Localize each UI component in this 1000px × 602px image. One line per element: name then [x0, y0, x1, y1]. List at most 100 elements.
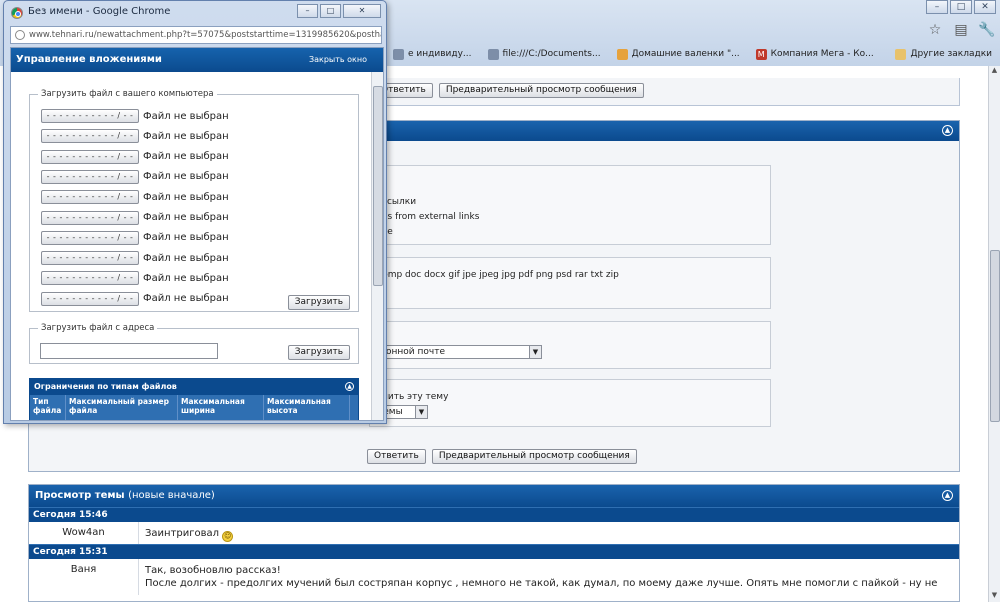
- bookmark-item[interactable]: M Компания Мега - Ко...: [748, 48, 882, 60]
- bookmark-item[interactable]: file:///C:/Documents...: [480, 48, 609, 60]
- close-button[interactable]: ✕: [974, 0, 996, 14]
- post-message: Так, возобновлю рассказ! После долгих - …: [139, 559, 959, 595]
- column-header: Тип файла: [30, 395, 66, 420]
- allowed-file-types: bmp doc docx gif jpe jpeg jpg pdf png ps…: [382, 270, 619, 280]
- popup-address-bar[interactable]: www.tehnari.ru/newattachment.php?t=57075…: [10, 26, 382, 44]
- post-line: Заинтриговал: [145, 528, 220, 539]
- attachments-fieldset: bmp doc docx gif jpe jpeg jpg pdf png ps…: [369, 257, 771, 309]
- links-option-2: es from external links: [382, 212, 480, 222]
- file-input-row[interactable]: - - - - - - - - - - - / - - Файл не выбра…: [41, 251, 229, 266]
- choose-file-button[interactable]: - - - - - - - - - - - / - -: [41, 149, 139, 164]
- popup-scrollbar-thumb[interactable]: [373, 86, 383, 286]
- popup-url: www.tehnari.ru/newattachment.php?t=57075…: [29, 30, 381, 40]
- collapse-icon[interactable]: ▲: [345, 382, 354, 391]
- bookmark-item[interactable]: Домашние валенки "...: [609, 48, 748, 60]
- collapse-icon[interactable]: ▲: [942, 125, 953, 136]
- no-file-label: Файл не выбран: [143, 110, 229, 122]
- preview-button[interactable]: Предварительный просмотр сообщения: [438, 83, 644, 98]
- file-input-row[interactable]: - - - - - - - - - - - / - - Файл не выбра…: [41, 129, 229, 144]
- attachments-popup-window: Без имени - Google Chrome – □ ✕ www.tehn…: [3, 0, 387, 424]
- file-type-limits-table: Ограничения по типам файлов ▲ Тип файла …: [29, 378, 359, 420]
- close-window-link[interactable]: Закрыть окно: [309, 55, 367, 64]
- bookmarks-bar: е индивиду... file:///C:/Documents... До…: [385, 44, 1000, 64]
- preview-title: Просмотр темы: [35, 490, 125, 501]
- popup-scrollbar[interactable]: [371, 72, 383, 420]
- choose-file-button[interactable]: - - - - - - - - - - - / - -: [41, 291, 139, 306]
- maximize-button[interactable]: □: [950, 0, 972, 14]
- collapse-icon[interactable]: ▲: [942, 490, 953, 501]
- page-icon: [487, 48, 499, 60]
- chevron-down-icon: ▼: [529, 346, 541, 358]
- post-line: После долгих - предолгих мучений был сос…: [145, 578, 938, 589]
- file-type-limits-title: Ограничения по типам файлов: [34, 382, 177, 391]
- upload-url-legend: Загрузить файл с адреса: [38, 323, 158, 333]
- reply-button[interactable]: Ответить: [367, 449, 426, 464]
- post-message: Заинтриговал ☺: [139, 522, 959, 544]
- upload-url-button[interactable]: Загрузить: [287, 345, 350, 360]
- post-row: Ваня Так, возобновлю рассказ! После долг…: [29, 559, 959, 595]
- page-scrollbar[interactable]: ▲ ▼: [988, 66, 1000, 602]
- file-input-row[interactable]: - - - - - - - - - - - / - - Файл не выбра…: [41, 230, 229, 245]
- post-date: Сегодня 15:31: [29, 544, 959, 559]
- bookmark-label: Домашние валенки "...: [631, 49, 740, 59]
- scrollbar-thumb[interactable]: [990, 250, 1000, 422]
- file-input-row[interactable]: - - - - - - - - - - - / - - Файл не выбра…: [41, 149, 229, 164]
- column-header: Максимальный размер файла: [66, 395, 178, 420]
- smiley-icon: ☺: [222, 531, 234, 542]
- choose-file-button[interactable]: - - - - - - - - - - - / - -: [41, 109, 139, 123]
- no-file-label: Файл не выбран: [143, 151, 229, 163]
- folder-icon: [895, 48, 907, 60]
- choose-file-button[interactable]: - - - - - - - - - - - / - -: [41, 190, 139, 205]
- popup-maximize-button[interactable]: □: [320, 4, 341, 18]
- popup-titlebar[interactable]: Без имени - Google Chrome – □ ✕: [4, 1, 386, 25]
- choose-file-button[interactable]: - - - - - - - - - - - / - -: [41, 271, 139, 286]
- preview-button[interactable]: Предварительный просмотр сообщения: [431, 449, 637, 464]
- thread-preview-panel: Просмотр темы (новые вначале) ▲ Сегодня …: [28, 484, 960, 602]
- popup-minimize-button[interactable]: –: [297, 4, 318, 18]
- file-input-row[interactable]: - - - - - - - - - - - / - - Файл не выбра…: [41, 291, 229, 306]
- choose-file-button[interactable]: - - - - - - - - - - - / - -: [41, 210, 139, 225]
- popup-close-button[interactable]: ✕: [343, 4, 381, 18]
- scroll-up-icon[interactable]: ▲: [989, 66, 1000, 77]
- preview-subtitle: (новые вначале): [128, 490, 215, 501]
- no-file-label: Файл не выбран: [143, 232, 229, 244]
- links-fieldset: ссылки es from external links те: [369, 165, 771, 245]
- file-input-row[interactable]: - - - - - - - - - - - / - - Файл не выбра…: [41, 210, 229, 225]
- choose-file-button[interactable]: - - - - - - - - - - - / - -: [41, 129, 139, 144]
- file-input-row[interactable]: - - - - - - - - - - - / - - Файл не выбра…: [41, 169, 229, 184]
- scroll-down-icon[interactable]: ▼: [989, 591, 1000, 602]
- preview-header: Просмотр темы (новые вначале) ▲: [29, 485, 959, 507]
- email-select-value: онной почте: [386, 347, 445, 357]
- bookmark-item[interactable]: е индивиду...: [385, 48, 480, 60]
- no-file-label: Файл не выбран: [143, 171, 229, 183]
- no-file-label: Файл не выбран: [143, 191, 229, 203]
- file-input-row[interactable]: - - - - - - - - - - - / - - Файл не выбра…: [41, 190, 229, 205]
- email-notify-select[interactable]: онной почте ▼: [382, 345, 542, 359]
- no-file-label: Файл не выбран: [143, 272, 229, 284]
- attachments-title: Управление вложениями: [16, 54, 162, 65]
- choose-file-button[interactable]: - - - - - - - - - - - / - -: [41, 230, 139, 245]
- other-bookmarks[interactable]: Другие закладки: [887, 48, 1000, 60]
- upload-from-computer-group: Загрузить файл с вашего компьютера - - -…: [29, 89, 359, 312]
- choose-file-button[interactable]: - - - - - - - - - - - / - -: [41, 251, 139, 266]
- file-input-row[interactable]: - - - - - - - - - - - / - - Файл не выбра…: [41, 109, 229, 123]
- choose-file-button[interactable]: - - - - - - - - - - - / - -: [41, 169, 139, 184]
- page-menu-icon[interactable]: ▤: [952, 22, 970, 38]
- post-author: Ваня: [29, 559, 139, 595]
- rate-thread-label: нить эту тему: [382, 392, 449, 402]
- minimize-button[interactable]: –: [926, 0, 948, 14]
- file-type-limits-columns: Тип файла Максимальный размер файла Макс…: [30, 395, 358, 420]
- upload-button[interactable]: Загрузить: [287, 295, 350, 310]
- page-icon: [393, 48, 404, 60]
- popup-window-title: Без имени - Google Chrome: [28, 6, 171, 17]
- no-file-label: Файл не выбран: [143, 252, 229, 264]
- bookmark-star-icon[interactable]: ☆: [926, 22, 944, 38]
- attachments-header: Управление вложениями Закрыть окно: [11, 48, 383, 72]
- file-input-row[interactable]: - - - - - - - - - - - / - - Файл не выбра…: [41, 271, 229, 286]
- subscription-fieldset: онной почте ▼: [369, 321, 771, 369]
- post-author: Wow4an: [29, 522, 139, 544]
- page-icon: [616, 48, 628, 60]
- bookmark-label: file:///C:/Documents...: [502, 49, 601, 59]
- file-url-input[interactable]: [40, 343, 218, 359]
- wrench-icon[interactable]: 🔧: [978, 22, 996, 38]
